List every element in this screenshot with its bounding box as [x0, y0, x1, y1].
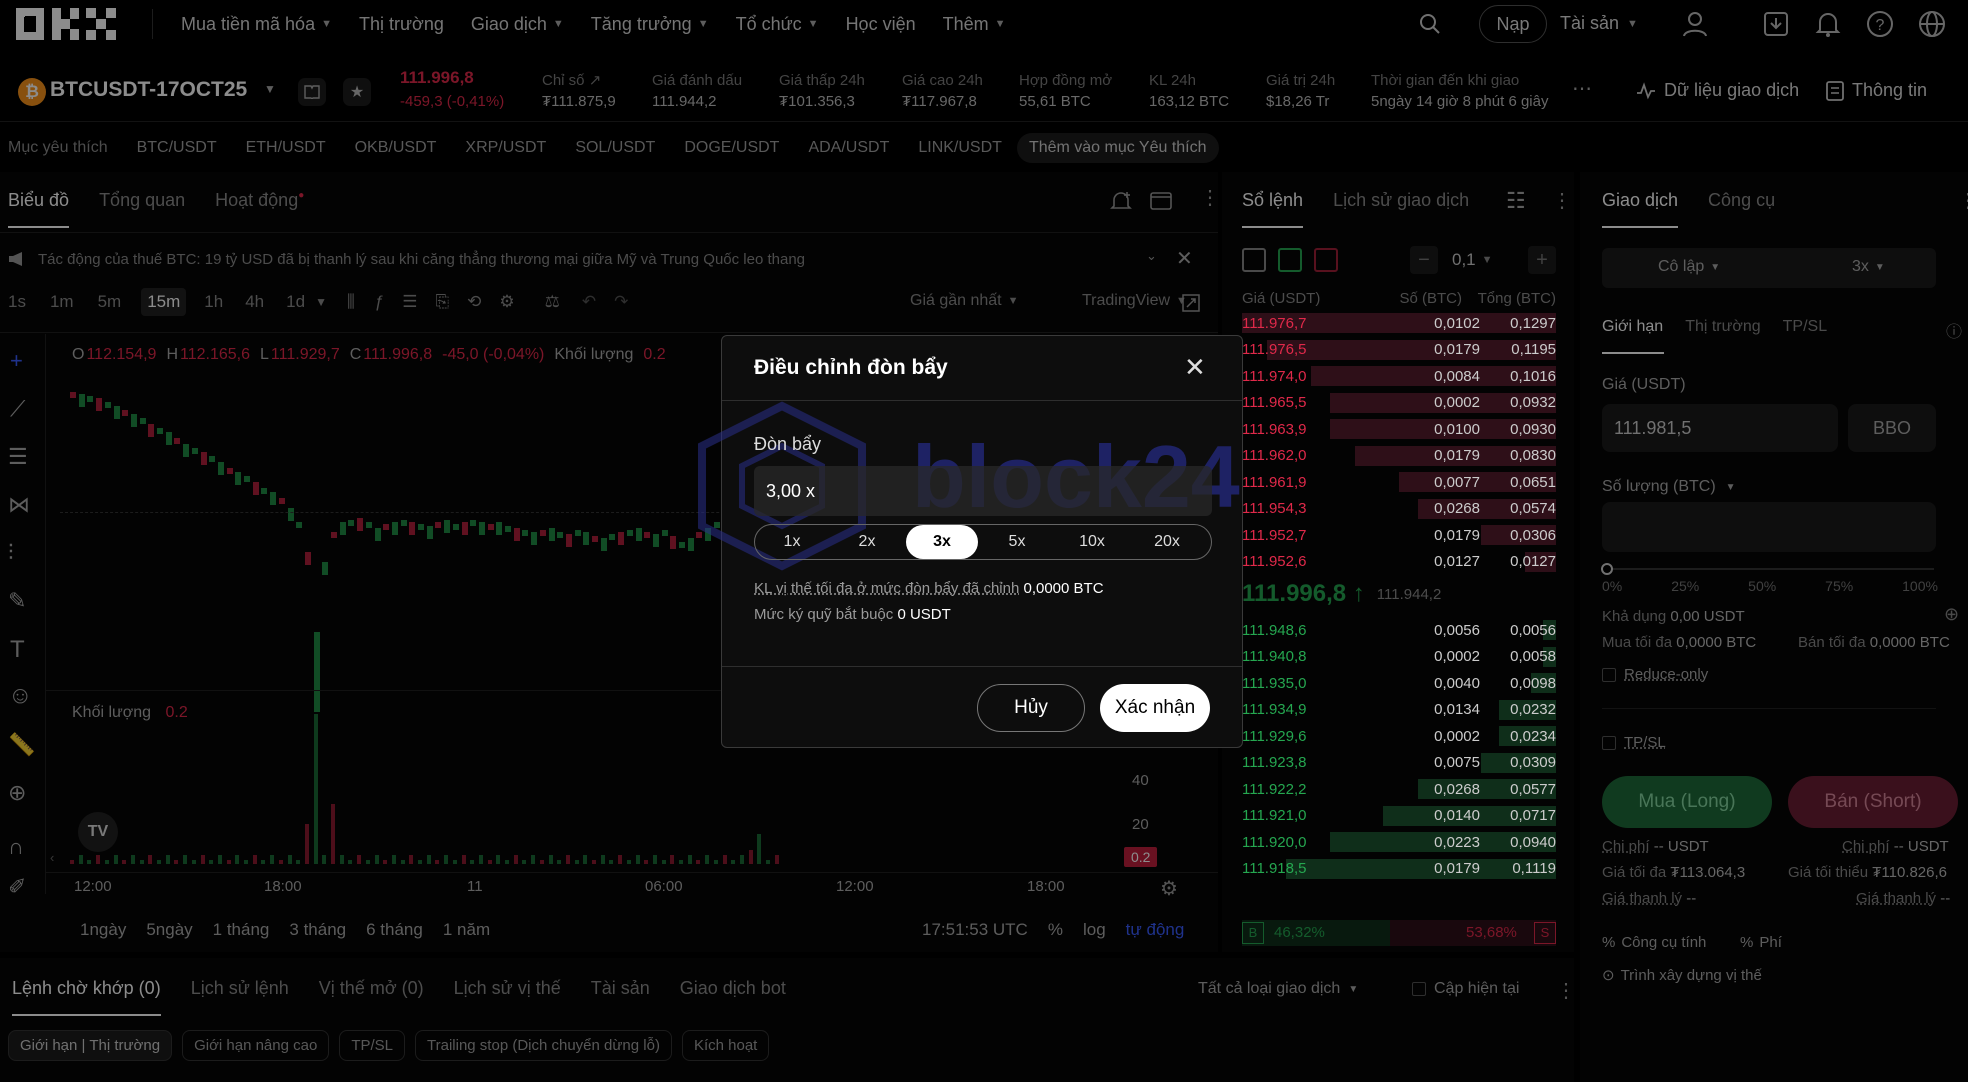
row-price: 111.918,5 [1242, 860, 1307, 877]
row-total: 0,0098 [1510, 674, 1556, 692]
row-total: 0,0056 [1510, 621, 1556, 639]
row-total: 0,0830 [1510, 447, 1556, 464]
row-price: 111.934,9 [1242, 701, 1307, 718]
row-size: 0,0268 [1434, 780, 1480, 798]
max-position-label: KL vị thế tối đa ở mức đòn bẩy đã chỉnh [754, 580, 1020, 597]
row-price: 111.940,8 [1242, 648, 1307, 665]
row-total: 0,0932 [1510, 394, 1556, 411]
leverage-value: 3,00 x [766, 481, 816, 501]
ask-row[interactable]: 111.976,7 0,0102 0,1297 [1242, 310, 1556, 336]
required-margin-row: Mức ký quỹ bắt buộc 0 USDT [754, 606, 951, 623]
row-total: 0,1016 [1510, 367, 1556, 385]
leverage-option-3x[interactable]: 3x [906, 525, 978, 559]
row-total: 0,0309 [1510, 754, 1556, 771]
max-position-row: KL vị thế tối đa ở mức đòn bẩy đã chỉnh … [754, 580, 1104, 597]
row-price: 111.923,8 [1242, 754, 1307, 771]
leverage-option-10x[interactable]: 10x [1056, 525, 1128, 559]
row-price: 111.952,7 [1242, 526, 1307, 544]
row-total: 0,0651 [1510, 473, 1556, 491]
row-size: 0,0102 [1434, 314, 1480, 332]
row-size: 0,0040 [1434, 674, 1480, 692]
row-price: 111.976,5 [1242, 341, 1307, 358]
leverage-dialog: block24 Điều chỉnh đòn bẩy ✕ Đòn bẩy 3,0… [698, 335, 1243, 748]
row-size: 0,0002 [1434, 394, 1480, 411]
row-total: 0,0234 [1510, 727, 1556, 745]
row-price: 111.961,9 [1242, 473, 1307, 491]
row-total: 0,0058 [1510, 648, 1556, 665]
row-price: 111.921,0 [1242, 807, 1307, 824]
row-total: 0,0127 [1510, 553, 1556, 570]
row-total: 0,1297 [1510, 314, 1556, 332]
close-icon[interactable]: ✕ [1184, 352, 1206, 383]
row-total: 0,0717 [1510, 807, 1556, 824]
leverage-option-20x[interactable]: 20x [1131, 525, 1203, 559]
row-price: 111.952,6 [1242, 553, 1307, 570]
row-price: 111.920,0 [1242, 833, 1307, 851]
leverage-field-label: Đòn bẩy [754, 434, 822, 454]
row-total: 0,0940 [1510, 833, 1556, 851]
row-size: 0,0179 [1434, 447, 1480, 464]
row-price: 111.965,5 [1242, 394, 1307, 411]
row-total: 0,0232 [1510, 701, 1556, 718]
row-total: 0,1119 [1512, 860, 1556, 877]
row-price: 111.976,7 [1242, 314, 1307, 332]
row-size: 0,0127 [1434, 553, 1480, 570]
row-price: 111.935,0 [1242, 674, 1307, 692]
divider [722, 666, 1242, 667]
leverage-option-1x[interactable]: 1x [756, 525, 828, 559]
row-total: 0,0577 [1510, 780, 1556, 798]
row-size: 0,0002 [1434, 648, 1480, 665]
bid-row[interactable]: 111.918,5 0,0179 0,1119 [1242, 856, 1556, 882]
row-size: 0,0002 [1434, 727, 1480, 745]
row-size: 0,0179 [1434, 526, 1480, 544]
row-size: 0,0056 [1434, 621, 1480, 639]
row-size: 0,0100 [1434, 420, 1480, 438]
confirm-button[interactable]: Xác nhận [1100, 684, 1210, 732]
dialog-title: Điều chỉnh đòn bẩy [754, 356, 948, 379]
row-price: 111.963,9 [1242, 420, 1307, 438]
ask-row[interactable]: 111.976,5 0,0179 0,1195 [1242, 337, 1556, 363]
required-margin-label: Mức ký quỹ bắt buộc [754, 606, 894, 623]
leverage-input[interactable]: 3,00 x [754, 466, 1212, 516]
row-size: 0,0140 [1434, 807, 1480, 824]
row-price: 111.962,0 [1242, 447, 1307, 464]
cancel-button[interactable]: Hủy [977, 684, 1085, 732]
leverage-options: 1x 2x 3x 5x 10x 20x [754, 524, 1212, 560]
row-total: 0,0306 [1510, 526, 1556, 544]
row-size: 0,0134 [1434, 701, 1480, 718]
divider [722, 400, 1242, 401]
row-price: 111.948,6 [1242, 621, 1307, 639]
row-size: 0,0077 [1434, 473, 1480, 491]
row-price: 111.929,6 [1242, 727, 1307, 745]
row-price: 111.954,3 [1242, 500, 1307, 517]
leverage-option-5x[interactable]: 5x [981, 525, 1053, 559]
max-position-value: 0,0000 BTC [1023, 580, 1104, 597]
row-size: 0,0084 [1434, 367, 1480, 385]
row-total: 0,1195 [1511, 341, 1556, 358]
required-margin-value: 0 USDT [897, 606, 951, 623]
row-size: 0,0223 [1434, 833, 1480, 851]
row-size: 0,0268 [1434, 500, 1480, 517]
row-size: 0,0075 [1434, 754, 1480, 771]
row-total: 0,0574 [1510, 500, 1556, 517]
row-price: 111.974,0 [1242, 367, 1307, 385]
leverage-option-2x[interactable]: 2x [831, 525, 903, 559]
row-size: 0,0179 [1434, 860, 1480, 877]
row-total: 0,0930 [1510, 420, 1556, 438]
row-price: 111.922,2 [1242, 780, 1307, 798]
row-size: 0,0179 [1434, 341, 1480, 358]
